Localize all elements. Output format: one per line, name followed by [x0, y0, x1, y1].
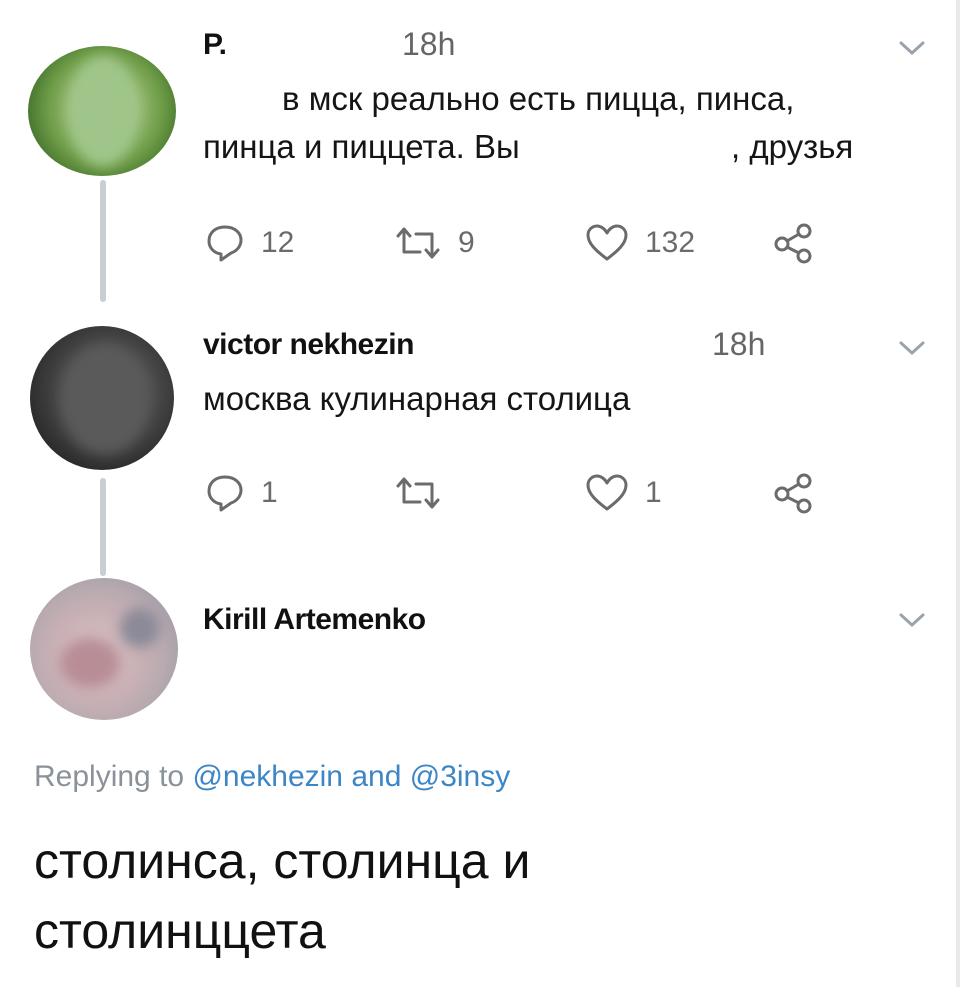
thread-connector	[100, 180, 106, 302]
retweet-count: 9	[458, 226, 475, 259]
share-icon	[774, 473, 812, 514]
tweet-text-line: столинццета	[34, 903, 326, 959]
heart-icon	[586, 224, 628, 261]
author-name[interactable]: P.	[203, 28, 227, 62]
like-count: 1	[645, 476, 662, 509]
heart-icon	[586, 474, 628, 511]
timestamp[interactable]: 18h	[402, 26, 455, 63]
tweet-text: пинца и пиццета. Вы	[203, 128, 520, 165]
thread-connector	[100, 478, 106, 576]
replying-to: Replying to @nekhezin and @3insy	[34, 760, 510, 794]
retweet-icon	[396, 477, 440, 509]
tweet-text: , друзья	[731, 128, 854, 165]
timestamp[interactable]: 18h	[712, 326, 765, 363]
reply-icon	[207, 225, 243, 262]
reply-count: 1	[261, 476, 278, 509]
avatar[interactable]	[28, 46, 176, 176]
author-name[interactable]: victor nekhezin	[203, 328, 414, 362]
share-icon	[774, 223, 812, 264]
tweet-text: в мск реально есть пицца, пинса,	[282, 80, 795, 117]
reply-button[interactable]: 12	[205, 224, 294, 262]
chevron-down-icon[interactable]	[898, 40, 926, 56]
mention-link[interactable]: @nekhezin	[192, 760, 343, 793]
like-button[interactable]: 1	[585, 474, 662, 512]
chevron-down-icon[interactable]	[898, 340, 926, 356]
retweet-icon	[396, 227, 440, 259]
replying-prefix: Replying to	[34, 760, 185, 793]
avatar[interactable]	[30, 578, 178, 720]
share-button[interactable]	[772, 222, 814, 264]
retweet-button[interactable]: 9	[394, 226, 475, 260]
avatar[interactable]	[30, 326, 174, 470]
tweet-text-line: столинса, столинца и	[34, 833, 531, 889]
share-button[interactable]	[772, 472, 814, 514]
author-name[interactable]: Kirill Artemenko	[203, 603, 426, 637]
mention-link[interactable]: @3insy	[410, 760, 511, 793]
like-button[interactable]: 132	[585, 224, 695, 262]
chevron-down-icon[interactable]	[898, 612, 926, 628]
reply-button[interactable]: 1	[205, 474, 278, 512]
replying-and: and	[351, 760, 402, 793]
tweet-text: столинса, столинца и столинццета	[34, 826, 530, 966]
reply-count: 12	[261, 226, 295, 259]
like-count: 132	[645, 226, 696, 259]
tweet-text: москва кулинарная столица	[203, 380, 631, 417]
retweet-button[interactable]	[394, 476, 458, 510]
reply-icon	[207, 475, 243, 512]
scroll-edge	[956, 0, 960, 987]
